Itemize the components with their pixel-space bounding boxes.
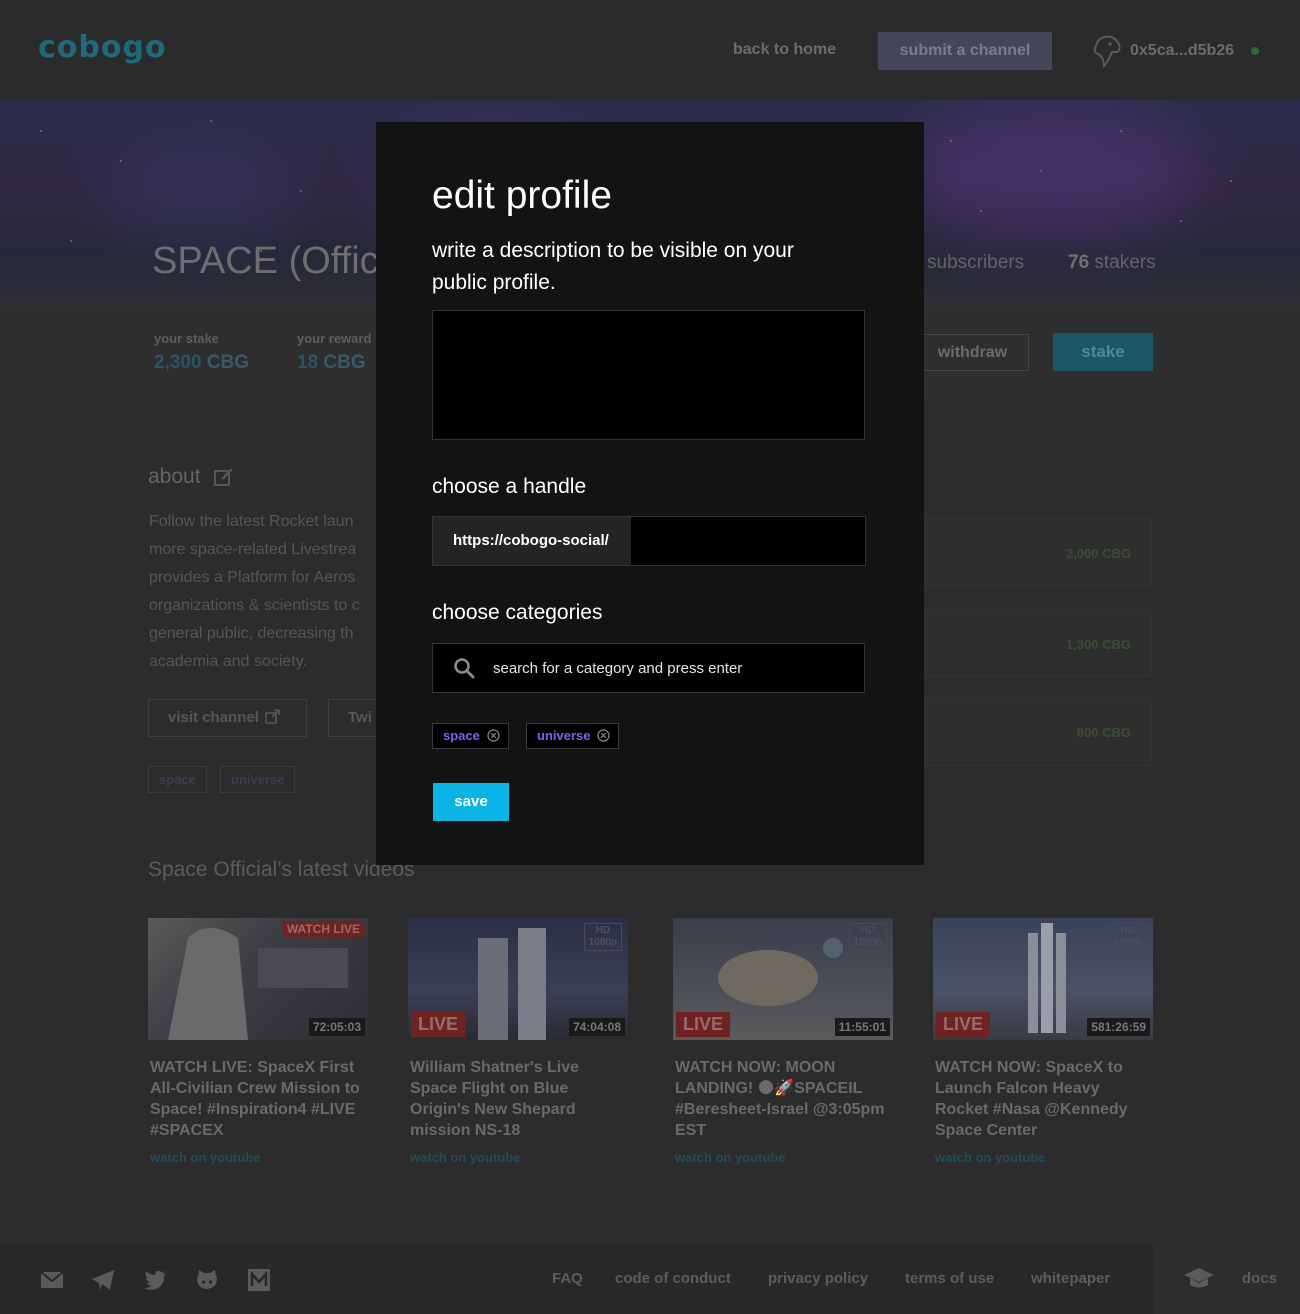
- wallet-avatar-icon[interactable]: [1090, 32, 1124, 68]
- staker-amount: 2,000 CBG: [1065, 546, 1131, 561]
- edit-profile-modal: edit profile write a description to be v…: [376, 122, 924, 865]
- whitepaper-link[interactable]: whitepaper: [1031, 1270, 1110, 1287]
- handle-input[interactable]: [631, 517, 865, 565]
- stake-button[interactable]: stake: [1053, 333, 1153, 371]
- video-title[interactable]: WATCH NOW: SpaceX to Launch Falcon Heavy…: [933, 1057, 1153, 1141]
- faq-link[interactable]: FAQ: [552, 1270, 583, 1287]
- watch-live-badge: WATCH LIVE: [282, 921, 364, 937]
- twitter-icon[interactable]: [143, 1268, 167, 1292]
- latest-videos-heading: Space Official’s latest videos: [148, 858, 415, 881]
- your-stake-value: 2,300 CBG: [154, 352, 250, 373]
- video-card[interactable]: HD 1080p LIVE 74:04:08 William Shatner's …: [408, 918, 628, 1165]
- staker-row: 1,300 CBG: [920, 608, 1152, 677]
- handle-url-prefix: https://cobogo-social/: [433, 517, 631, 565]
- edit-icon[interactable]: [213, 466, 235, 488]
- live-badge: LIVE: [676, 1012, 731, 1037]
- category-tag[interactable]: universe: [220, 766, 296, 793]
- video-title[interactable]: William Shatner's Live Space Flight on B…: [408, 1057, 628, 1141]
- selected-category-tag: universe: [526, 723, 620, 749]
- watch-on-youtube-link[interactable]: watch on youtube: [673, 1150, 893, 1165]
- watch-on-youtube-link[interactable]: watch on youtube: [933, 1150, 1153, 1165]
- back-to-home-link[interactable]: back to home: [733, 41, 836, 59]
- visit-channel-label: visit channel: [168, 709, 259, 726]
- live-badge: LIVE: [411, 1012, 466, 1037]
- staker-row: 800 CBG: [920, 697, 1152, 766]
- tag-label: universe: [537, 728, 591, 743]
- video-thumbnail[interactable]: HD 1080p LIVE 581:26:59: [933, 918, 1153, 1040]
- search-icon: [454, 658, 475, 679]
- handle-heading: choose a handle: [432, 475, 587, 498]
- github-icon[interactable]: [195, 1268, 219, 1292]
- handle-field: https://cobogo-social/: [432, 516, 866, 566]
- video-duration: 74:04:08: [568, 1018, 625, 1036]
- withdraw-button[interactable]: withdraw: [916, 334, 1029, 371]
- watch-on-youtube-link[interactable]: watch on youtube: [408, 1150, 628, 1165]
- graduation-cap-icon: [1184, 1268, 1214, 1288]
- wallet-address[interactable]: 0x5ca...d5b26: [1130, 42, 1234, 60]
- medium-icon[interactable]: [247, 1268, 271, 1292]
- your-stake-label: your stake: [154, 331, 220, 346]
- cobogo-logo[interactable]: cobogo: [38, 30, 167, 65]
- telegram-icon[interactable]: [91, 1268, 115, 1292]
- video-title[interactable]: WATCH NOW: MOON LANDING! 🌑🚀SPACEIL #Bere…: [673, 1057, 893, 1141]
- video-duration: 11:55:01: [834, 1018, 890, 1036]
- staker-amount: 1,300 CBG: [1065, 637, 1131, 652]
- remove-tag-icon[interactable]: [487, 729, 500, 742]
- email-icon[interactable]: [40, 1268, 64, 1292]
- video-card[interactable]: WATCH LIVE 72:05:03 WATCH LIVE: SpaceX F…: [148, 918, 368, 1165]
- channel-title: SPACE (Offici: [152, 240, 388, 282]
- staker-row: 2,000 CBG: [920, 517, 1152, 586]
- video-title[interactable]: WATCH LIVE: SpaceX First All-Civilian Cr…: [148, 1057, 368, 1141]
- video-duration: 72:05:03: [308, 1018, 365, 1036]
- your-rewards-value: 18 CBG: [297, 352, 366, 373]
- modal-description: write a description to be visible on you…: [432, 239, 794, 294]
- categories-heading: choose categories: [432, 601, 603, 624]
- selected-category-tag: space: [432, 723, 509, 749]
- description-textarea[interactable]: [432, 310, 865, 440]
- save-button[interactable]: save: [433, 783, 509, 821]
- category-tag[interactable]: space: [148, 766, 207, 793]
- about-description: Follow the latest Rocket laun more space…: [149, 513, 360, 670]
- staker-amount: 800 CBG: [1076, 725, 1131, 740]
- subscribers-count: subscribers: [927, 252, 1025, 273]
- category-search-field: [432, 643, 865, 693]
- watch-on-youtube-link[interactable]: watch on youtube: [148, 1150, 368, 1165]
- stakers-count: 76 stakers: [1068, 252, 1156, 273]
- video-card[interactable]: HD 1080p LIVE 581:26:59 WATCH NOW: SpaceX…: [933, 918, 1153, 1165]
- hd-badge-icon: HD 1080p: [848, 923, 887, 951]
- live-badge: LIVE: [936, 1012, 991, 1037]
- external-link-icon: [265, 709, 280, 724]
- video-duration: 581:26:59: [1087, 1018, 1150, 1036]
- video-card[interactable]: HD 1080p LIVE 11:55:01 WATCH NOW: MOON LA…: [673, 918, 893, 1165]
- about-heading: about: [148, 465, 201, 488]
- video-thumbnail[interactable]: WATCH LIVE 72:05:03: [148, 918, 368, 1040]
- site-footer: FAQ code of conduct privacy policy terms…: [0, 1246, 1300, 1314]
- your-rewards-label: your reward: [297, 331, 372, 346]
- top-header: cobogo back to home submit a channel 0x5…: [0, 0, 1300, 100]
- wallet-connected-indicator: [1251, 47, 1259, 55]
- modal-title: edit profile: [432, 174, 612, 217]
- tag-label: space: [443, 728, 480, 743]
- visit-channel-button[interactable]: visit channel: [148, 699, 307, 737]
- code-of-conduct-link[interactable]: code of conduct: [615, 1270, 731, 1287]
- remove-tag-icon[interactable]: [597, 729, 611, 742]
- video-thumbnail[interactable]: HD 1080p LIVE 11:55:01: [673, 918, 893, 1040]
- hd-badge-icon: HD 1080p: [1108, 923, 1147, 951]
- docs-label: docs: [1242, 1270, 1278, 1287]
- docs-button[interactable]: docs: [1153, 1246, 1300, 1314]
- terms-of-use-link[interactable]: terms of use: [905, 1270, 994, 1287]
- privacy-policy-link[interactable]: privacy policy: [768, 1270, 868, 1287]
- submit-channel-button[interactable]: submit a channel: [878, 32, 1052, 70]
- hd-badge-icon: HD 1080p: [583, 923, 622, 951]
- category-search-input[interactable]: [493, 644, 853, 692]
- video-thumbnail[interactable]: HD 1080p LIVE 74:04:08: [408, 918, 628, 1040]
